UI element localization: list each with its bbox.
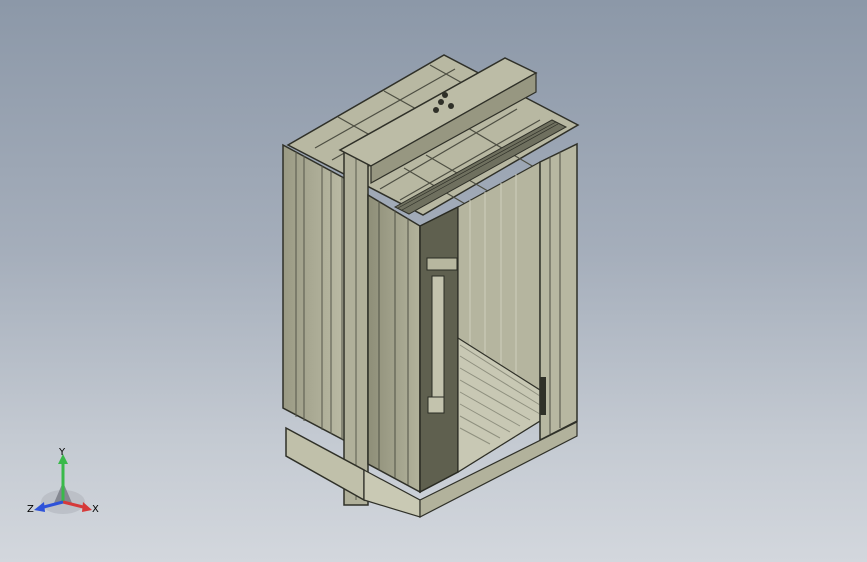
y-axis-label: Y xyxy=(59,447,66,458)
axis-triad: Y X Z xyxy=(26,446,106,526)
z-axis-label: Z xyxy=(27,504,34,515)
graphics-viewport[interactable]: Y X Z xyxy=(0,0,867,562)
elevator-cabin-model[interactable] xyxy=(0,0,867,562)
x-axis-label: X xyxy=(92,504,99,515)
